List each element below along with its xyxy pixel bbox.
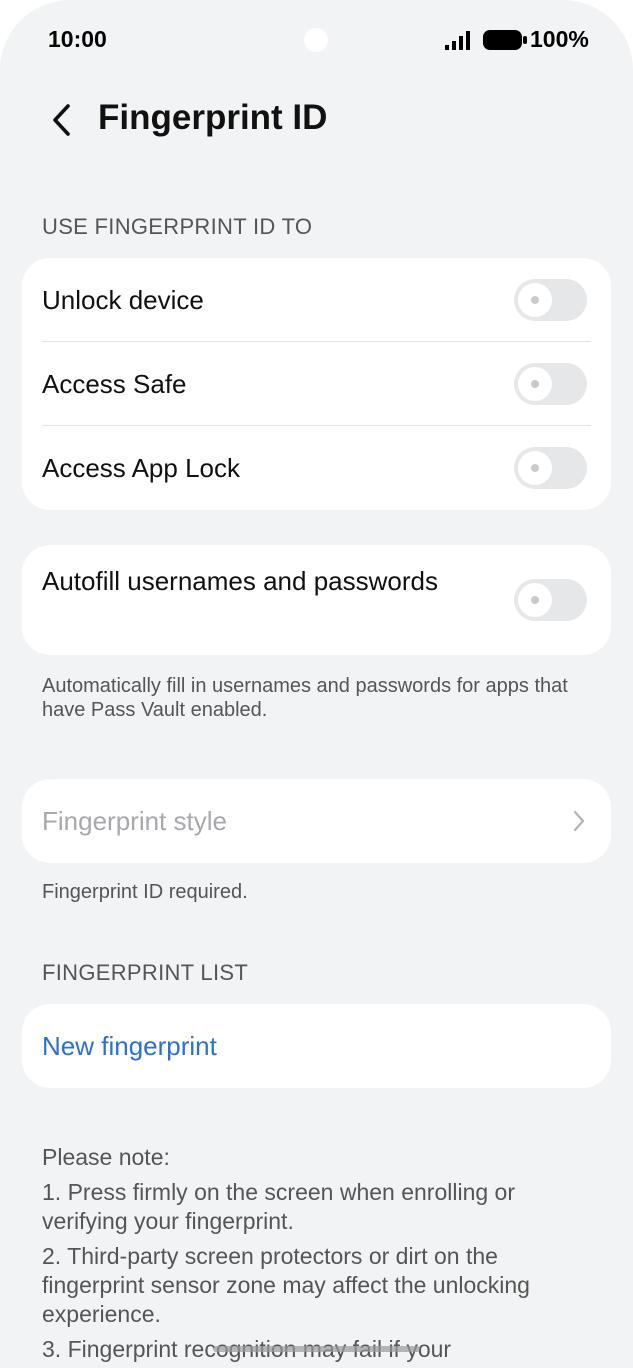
autofill-label: Autofill usernames and passwords	[42, 566, 438, 596]
autofill-toggle[interactable]	[514, 579, 587, 621]
page-header: Fingerprint ID	[0, 90, 633, 150]
autofill-card[interactable]: Autofill usernames and passwords	[22, 545, 611, 655]
battery-full-icon	[483, 30, 527, 50]
toggle-knob	[518, 583, 552, 617]
toggle-knob	[518, 283, 552, 317]
phone-screen: 10:00 100% Fingerprint ID USE FINGERPRIN…	[0, 0, 633, 1368]
section-label-use: USE FINGERPRINT ID TO	[42, 214, 313, 239]
note-item: 2. Third-party screen protectors or dirt…	[42, 1243, 530, 1327]
home-indicator[interactable]	[213, 1346, 420, 1352]
signal-bars-icon	[445, 31, 470, 50]
option-row-unlock-device[interactable]: Unlock device	[22, 258, 611, 342]
access-app-lock-toggle[interactable]	[514, 447, 587, 489]
new-fingerprint-button[interactable]: New fingerprint	[42, 1004, 217, 1088]
battery-percentage: 100%	[530, 26, 589, 52]
unlock-device-toggle[interactable]	[514, 279, 587, 321]
note-item: 1. Press firmly on the screen when enrol…	[42, 1179, 515, 1234]
option-row-access-safe[interactable]: Access Safe	[22, 342, 611, 426]
fingerprint-style-caption: Fingerprint ID required.	[42, 881, 248, 903]
use-options-card: Unlock device Access Safe Access App Loc…	[22, 258, 611, 510]
autofill-caption: Automatically fill in usernames and pass…	[42, 675, 568, 721]
option-label: Access App Lock	[42, 453, 240, 483]
notes-heading: Please note:	[42, 1144, 170, 1170]
fingerprint-style-label: Fingerprint style	[42, 806, 227, 836]
chevron-right-icon	[573, 810, 585, 832]
camera-cutout	[304, 28, 328, 52]
notes-block: Please note: 1. Press firmly on the scre…	[42, 1143, 602, 1368]
page-title: Fingerprint ID	[98, 98, 328, 137]
option-row-access-app-lock[interactable]: Access App Lock	[22, 426, 611, 510]
toggle-knob	[518, 367, 552, 401]
new-fingerprint-card[interactable]: New fingerprint	[22, 1004, 611, 1088]
status-time: 10:00	[48, 26, 107, 52]
section-label-fingerprint-list: FINGERPRINT LIST	[42, 960, 249, 985]
access-safe-toggle[interactable]	[514, 363, 587, 405]
option-label: Access Safe	[42, 369, 187, 399]
status-bar: 10:00 100%	[0, 0, 633, 80]
chevron-left-icon[interactable]	[48, 100, 76, 140]
toggle-knob	[518, 451, 552, 485]
option-label: Unlock device	[42, 285, 204, 315]
fingerprint-style-card[interactable]: Fingerprint style	[22, 779, 611, 863]
